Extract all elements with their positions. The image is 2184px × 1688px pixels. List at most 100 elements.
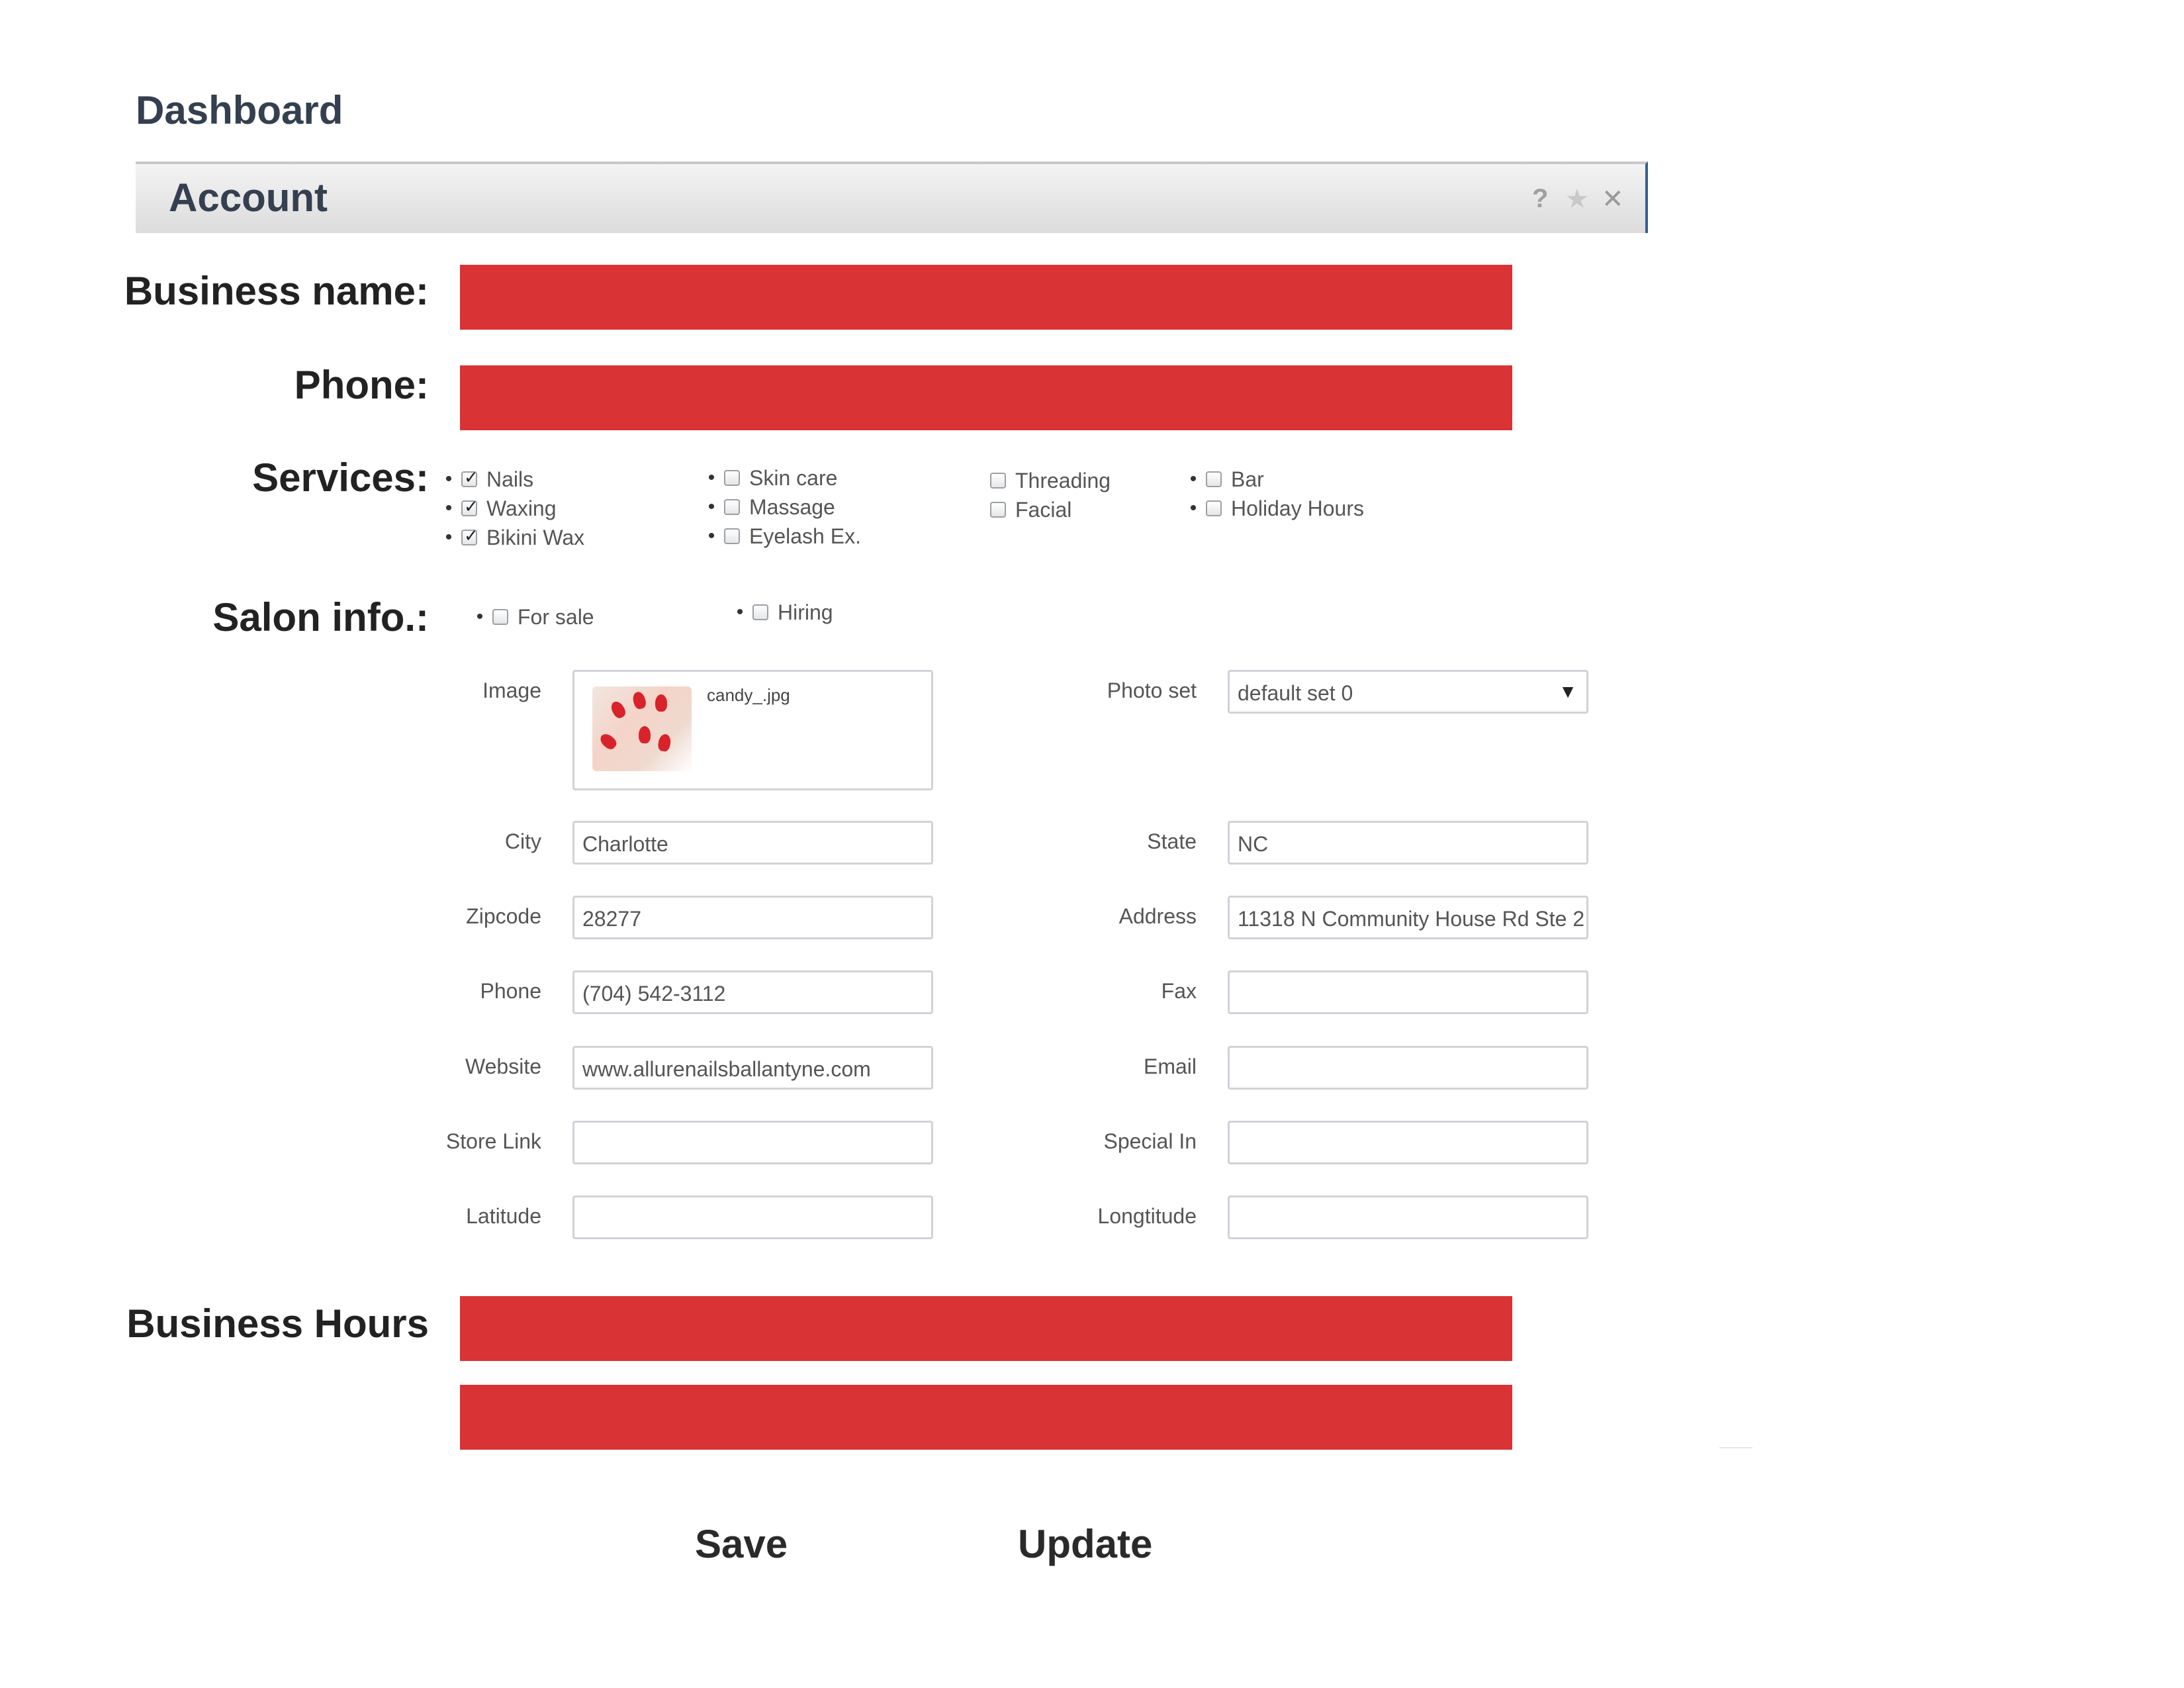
checkbox-skin-care[interactable] (724, 470, 740, 486)
service-nails[interactable]: • Nails (440, 465, 584, 494)
checkbox-hiring[interactable] (752, 604, 768, 620)
page-title: Dashboard (136, 88, 343, 132)
service-label: Waxing (486, 496, 557, 520)
bullet: • (445, 468, 453, 490)
bullet: • (1189, 497, 1197, 519)
service-eyelash[interactable]: • Eyelash Ex. (703, 522, 861, 551)
nail-polish-shape (608, 699, 628, 720)
panel-title: Account (169, 175, 328, 220)
divider (1719, 1447, 1752, 1448)
service-label: Nails (486, 467, 534, 491)
business-hours-label: Business Hours (126, 1301, 429, 1346)
special-in-input[interactable] (1228, 1121, 1588, 1164)
fax-input[interactable] (1228, 970, 1588, 1014)
service-bikini-wax[interactable]: • Bikini Wax (440, 523, 584, 552)
latitude-input[interactable] (572, 1196, 933, 1239)
latitude-label: Latitude (466, 1204, 541, 1228)
email-input[interactable] (1228, 1046, 1588, 1090)
checkbox-massage[interactable] (724, 499, 740, 515)
photo-set-value: default set 0 (1238, 681, 1353, 705)
city-input[interactable]: Charlotte (572, 821, 933, 865)
service-label: Skin care (749, 465, 838, 490)
service-bar[interactable]: • Bar (1185, 465, 1364, 494)
business-name-label: Business name: (124, 269, 429, 313)
store-link-label: Store Link (445, 1129, 541, 1153)
longitude-label: Longtitude (1097, 1204, 1197, 1228)
bullet: • (736, 601, 744, 623)
nail-polish-shape (657, 733, 672, 753)
checkbox-for-sale[interactable] (492, 609, 508, 625)
checkbox-nails[interactable] (461, 467, 478, 488)
close-icon[interactable]: ✕ (1602, 184, 1624, 214)
salon-info-label-text: Hiring (778, 600, 833, 624)
service-facial[interactable]: Facial (986, 495, 1111, 524)
service-label: Bikini Wax (486, 525, 585, 549)
services-col-3: Threading Facial (986, 466, 1111, 524)
photo-set-select[interactable]: default set 0 ▼ (1228, 670, 1588, 714)
services-col-2: • Skin care • Massage • Eyelash Ex. (703, 463, 861, 551)
website-input[interactable]: www.allurenailsballantyne.com (572, 1046, 933, 1090)
service-label: Massage (749, 494, 835, 519)
image-filename: candy_.jpg (707, 685, 790, 705)
city-label: City (504, 829, 541, 853)
zipcode-input[interactable]: 28277 (572, 896, 933, 939)
phone-input[interactable]: (704) 542-3112 (572, 970, 933, 1014)
address-label: Address (1118, 904, 1197, 928)
service-label: Facial (1015, 497, 1072, 522)
checkbox-holiday-hours[interactable] (1206, 500, 1222, 516)
salon-info-for-sale[interactable]: • For sale (471, 602, 594, 632)
phone-field-label: Phone (480, 979, 541, 1003)
checkbox-waxing[interactable] (461, 496, 478, 517)
help-icon[interactable]: ? (1532, 184, 1548, 214)
bullet: • (445, 526, 453, 548)
service-threading[interactable]: Threading (986, 466, 1111, 495)
business-hours-field-redacted-2[interactable] (460, 1385, 1512, 1450)
service-label: Holiday Hours (1231, 496, 1364, 520)
service-waxing[interactable]: • Waxing (440, 494, 584, 523)
nail-polish-shape (639, 726, 651, 743)
state-label: State (1147, 829, 1197, 853)
checkbox-threading[interactable] (990, 473, 1006, 489)
services-col-4: • Bar • Holiday Hours (1185, 465, 1364, 523)
checkbox-bar[interactable] (1206, 471, 1222, 487)
update-button[interactable]: Update (1018, 1521, 1152, 1567)
service-label: Bar (1231, 467, 1264, 491)
nail-polish-shape (598, 731, 619, 752)
longitude-input[interactable] (1228, 1196, 1588, 1239)
salon-info-hiring[interactable]: • Hiring (731, 598, 833, 627)
business-name-field-redacted[interactable] (460, 265, 1512, 330)
checkbox-bikini-wax[interactable] (461, 526, 478, 546)
salon-info-label: Salon info.: (212, 595, 429, 639)
image-upload-box[interactable]: candy_.jpg (572, 670, 933, 790)
fax-label: Fax (1161, 979, 1197, 1003)
website-label: Website (465, 1055, 541, 1078)
nail-polish-shape (655, 694, 667, 712)
bullet: • (707, 496, 715, 518)
store-link-input[interactable] (572, 1121, 933, 1164)
star-icon[interactable]: ★ (1565, 184, 1589, 214)
bullet: • (445, 497, 453, 519)
bullet: • (707, 525, 715, 547)
address-input[interactable]: 11318 N Community House Rd Ste 2 (1228, 896, 1588, 939)
state-input[interactable]: NC (1228, 821, 1588, 865)
service-label: Eyelash Ex. (749, 524, 861, 548)
service-massage[interactable]: • Massage (703, 492, 861, 522)
image-label: Image (482, 679, 541, 702)
email-label: Email (1143, 1055, 1197, 1078)
save-button[interactable]: Save (695, 1521, 788, 1567)
account-panel-header: Account ? ★ ✕ (136, 162, 1648, 233)
special-in-label: Special In (1103, 1129, 1197, 1153)
phone-field-redacted[interactable] (460, 365, 1512, 430)
checkbox-facial[interactable] (990, 502, 1006, 518)
zipcode-label: Zipcode (466, 904, 541, 928)
image-thumbnail (592, 686, 692, 771)
service-holiday-hours[interactable]: • Holiday Hours (1185, 494, 1364, 523)
service-label: Threading (1015, 468, 1111, 492)
bullet: • (1189, 468, 1197, 490)
checkbox-eyelash[interactable] (724, 528, 740, 544)
services-col-1: • Nails • Waxing • Bikini Wax (440, 465, 584, 552)
service-skin-care[interactable]: • Skin care (703, 463, 861, 492)
business-hours-field-redacted-1[interactable] (460, 1296, 1512, 1361)
chevron-down-icon: ▼ (1559, 681, 1577, 702)
salon-info-label-text: For sale (518, 604, 594, 629)
